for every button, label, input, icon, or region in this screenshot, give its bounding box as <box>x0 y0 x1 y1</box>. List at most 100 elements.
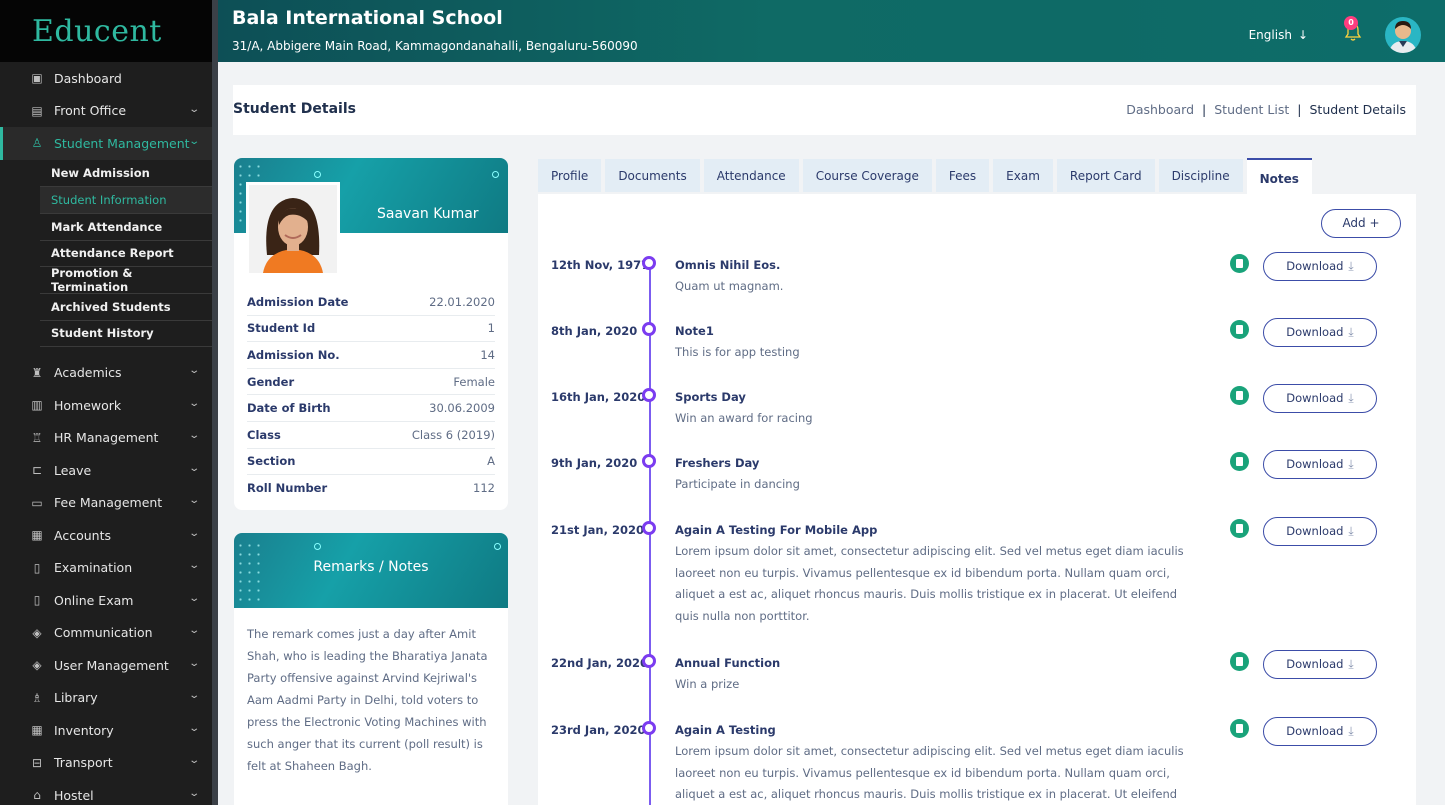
timeline-dot <box>642 654 656 668</box>
info-label: Date of Birth <box>247 401 331 416</box>
sidebar-item-front-office[interactable]: ▤ Front Office ⌄ <box>0 95 212 128</box>
school-address: 31/A, Abbigere Main Road, Kammagondanaha… <box>232 39 638 53</box>
sidebar-item-label: Library <box>54 690 98 706</box>
download-label: Download <box>1286 325 1344 339</box>
info-value: 30.06.2009 <box>429 401 495 416</box>
sidebar-item-inventory[interactable]: ▦ Inventory ⌄ <box>0 714 212 747</box>
chevron-down-icon: ⌄ <box>187 136 200 147</box>
sidebar-item-student-management[interactable]: ♙ Student Management ⌄ <box>0 127 212 160</box>
timeline-dot <box>642 521 656 535</box>
sidebar-item-hostel[interactable]: ⌂ Hostel ⌄ <box>0 779 212 805</box>
sidebar-item-label: Inventory <box>54 722 114 738</box>
sidebar-item-homework[interactable]: ▥ Homework ⌄ <box>0 389 212 422</box>
download-button[interactable]: Download ⤓ <box>1263 384 1377 413</box>
submenu-item[interactable]: Attendance Report <box>40 241 212 268</box>
download-button[interactable]: Download ⤓ <box>1263 517 1377 546</box>
notification-badge: 0 <box>1344 16 1358 30</box>
sidebar: Educent ▣ Dashboard ▤ Front Office ⌄ ♙ Student… <box>0 0 212 805</box>
language-selector[interactable]: English ↓ <box>1249 28 1308 42</box>
delete-icon[interactable] <box>1230 320 1249 339</box>
tab-notes[interactable]: Notes <box>1246 158 1312 194</box>
note-title: Sports Day <box>675 390 746 404</box>
note-title: Note1 <box>675 324 714 338</box>
breadcrumb-current: Student Details <box>1309 102 1406 117</box>
info-value: 14 <box>480 347 495 362</box>
sidebar-nav: ▣ Dashboard ▤ Front Office ⌄ ♙ Student Managem… <box>0 62 212 805</box>
info-label: Gender <box>247 374 295 389</box>
note-title: Omnis Nihil Eos. <box>675 258 781 272</box>
fee-icon: ▭ <box>31 495 43 510</box>
app-logo: Educent <box>0 0 212 62</box>
info-label: Roll Number <box>247 481 328 496</box>
homework-icon: ▥ <box>31 398 43 413</box>
delete-icon[interactable] <box>1230 452 1249 471</box>
note-title: Again A Testing For Mobile App <box>675 523 878 537</box>
sidebar-item-online-exam[interactable]: ▯ Online Exam ⌄ <box>0 584 212 617</box>
breadcrumb-student-list[interactable]: Student List <box>1214 102 1289 117</box>
download-label: Download <box>1286 259 1344 273</box>
submenu-item[interactable]: Archived Students <box>40 294 212 321</box>
student-management-submenu: New Admission Student Information Mark Att… <box>0 161 212 348</box>
submenu-item[interactable]: Student History <box>40 321 212 348</box>
download-button[interactable]: Download ⤓ <box>1263 252 1377 281</box>
delete-icon[interactable] <box>1230 719 1249 738</box>
sidebar-item-library[interactable]: ♗ Library ⌄ <box>0 681 212 714</box>
delete-icon[interactable] <box>1230 519 1249 538</box>
sidebar-item-accounts[interactable]: ▦ Accounts ⌄ <box>0 519 212 552</box>
sidebar-item-label: Accounts <box>54 527 111 543</box>
note-title: Freshers Day <box>675 456 760 470</box>
student-icon: ♙ <box>31 136 43 151</box>
chevron-down-icon: ⌄ <box>187 365 200 377</box>
tab-profile[interactable]: Profile <box>538 159 602 192</box>
sidebar-item-fee-management[interactable]: ▭ Fee Management ⌄ <box>0 486 212 519</box>
top-header: Bala International School 31/A, Abbigere… <box>218 0 1445 62</box>
timeline-dot <box>642 388 656 402</box>
info-row: Class Class 6 (2019) <box>247 422 495 449</box>
tab-fees[interactable]: Fees <box>935 159 990 192</box>
sidebar-item-transport[interactable]: ⊟ Transport ⌄ <box>0 746 212 779</box>
download-button[interactable]: Download ⤓ <box>1263 318 1377 347</box>
sidebar-item-label: Student Management <box>54 135 190 151</box>
note-description: Quam ut magnam. <box>675 279 784 293</box>
notes-panel: Add + 12th Nov, 1977 Omnis Nihil Eos. Quam… <box>538 194 1416 805</box>
student-info-list: Admission Date 22.01.2020 Student Id 1 Admis… <box>247 289 495 502</box>
delete-icon[interactable] <box>1230 652 1249 671</box>
tab-documents[interactable]: Documents <box>605 159 700 192</box>
sidebar-item-hr-management[interactable]: ♖ HR Management ⌄ <box>0 421 212 454</box>
sidebar-scrollbar[interactable] <box>212 0 218 805</box>
tab-course-coverage[interactable]: Course Coverage <box>802 159 932 192</box>
tab-discipline[interactable]: Discipline <box>1158 159 1243 192</box>
sidebar-item-dashboard[interactable]: ▣ Dashboard <box>0 62 212 95</box>
submenu-item[interactable]: New Admission <box>40 161 212 188</box>
download-button[interactable]: Download ⤓ <box>1263 717 1377 746</box>
note-date: 12th Nov, 1977 <box>551 258 650 272</box>
sidebar-item-academics[interactable]: ♜ Academics ⌄ <box>0 356 212 389</box>
tab-report-card[interactable]: Report Card <box>1056 159 1155 192</box>
download-button[interactable]: Download ⤓ <box>1263 450 1377 479</box>
submenu-item[interactable]: Promotion & Termination <box>40 266 212 294</box>
info-row: Admission No. 14 <box>247 342 495 369</box>
sidebar-item-user-management[interactable]: ◈ User Management ⌄ <box>0 649 212 682</box>
submenu-item[interactable]: Student Information <box>40 187 212 214</box>
note-title: Again A Testing <box>675 723 776 737</box>
info-value: A <box>487 454 495 469</box>
add-note-button[interactable]: Add + <box>1321 209 1401 238</box>
tab-attendance[interactable]: Attendance <box>703 159 799 192</box>
info-value: 22.01.2020 <box>429 294 495 309</box>
delete-icon[interactable] <box>1230 386 1249 405</box>
delete-icon[interactable] <box>1230 254 1249 273</box>
school-name: Bala International School <box>232 7 503 29</box>
academics-icon: ♜ <box>31 365 43 380</box>
download-button[interactable]: Download ⤓ <box>1263 650 1377 679</box>
sidebar-item-label: Homework <box>54 397 122 413</box>
tab-exam[interactable]: Exam <box>993 159 1053 192</box>
sidebar-item-communication[interactable]: ◈ Communication ⌄ <box>0 616 212 649</box>
sidebar-item-examination[interactable]: ▯ Examination ⌄ <box>0 551 212 584</box>
user-avatar[interactable] <box>1385 17 1421 53</box>
submenu-item[interactable]: Mark Attendance <box>40 214 212 241</box>
sidebar-item-label: Transport <box>54 755 113 771</box>
sidebar-item-leave[interactable]: ⊏ Leave ⌄ <box>0 454 212 487</box>
sidebar-item-label: Hostel <box>54 787 94 803</box>
breadcrumb-dashboard[interactable]: Dashboard <box>1126 102 1194 117</box>
info-label: Section <box>247 454 296 469</box>
